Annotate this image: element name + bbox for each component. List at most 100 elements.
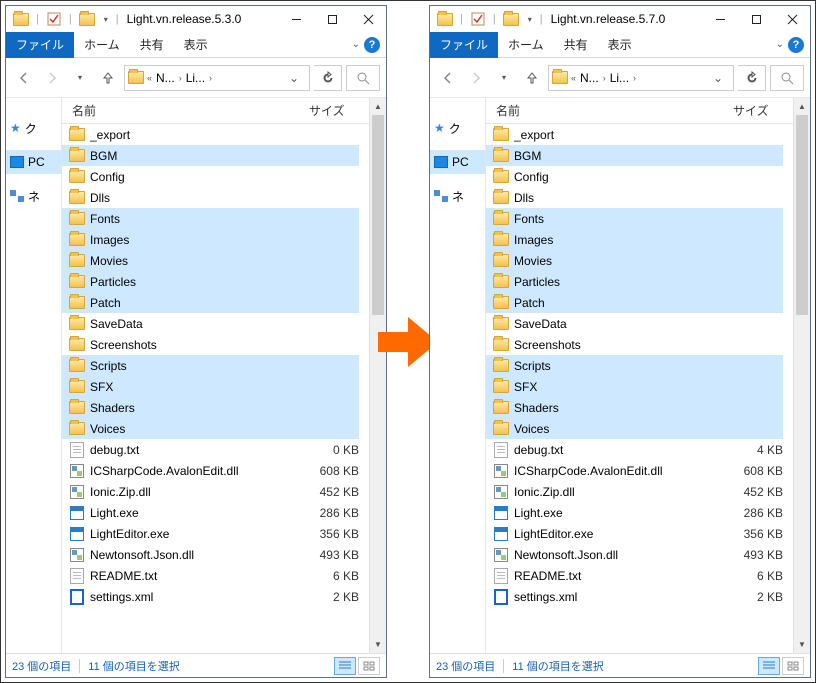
view-details-button[interactable] [334,657,356,675]
file-row[interactable]: Movies [486,250,783,271]
folder-icon[interactable] [434,8,456,30]
help-icon[interactable]: ? [788,37,804,53]
minimize-button[interactable] [702,6,738,32]
chevron-down-icon[interactable]: ▾ [100,8,112,30]
scroll-down-icon[interactable]: ▼ [794,636,810,653]
file-row[interactable]: Config [486,166,783,187]
recent-dropdown-icon[interactable]: ▾ [68,66,92,90]
view-details-button[interactable] [758,657,780,675]
folder-icon[interactable] [500,8,522,30]
column-size[interactable]: サイズ [309,102,369,119]
back-button[interactable] [12,66,36,90]
scrollbar[interactable]: ▲ ▼ [793,98,810,653]
file-row[interactable]: README.txt 6 KB [62,565,359,586]
properties-icon[interactable] [43,8,65,30]
file-row[interactable]: Screenshots [486,334,783,355]
file-row[interactable]: Newtonsoft.Json.dll 493 KB [486,544,783,565]
file-row[interactable]: debug.txt 0 KB [62,439,359,460]
file-row[interactable]: ICSharpCode.AvalonEdit.dll 608 KB [486,460,783,481]
recent-dropdown-icon[interactable]: ▾ [492,66,516,90]
search-input[interactable] [346,65,380,91]
file-row[interactable]: BGM [62,145,359,166]
refresh-button[interactable] [314,65,342,91]
tab-share[interactable]: 共有 [554,32,598,58]
scroll-thumb[interactable] [796,115,808,315]
title-bar[interactable]: | | ▾ | Light.vn.release.5.3.0 [6,6,386,32]
tab-home[interactable]: ホーム [74,32,130,58]
nav-quick-access[interactable]: ★ク [430,116,485,140]
file-row[interactable]: Patch [486,292,783,313]
file-row[interactable]: Dlls [62,187,359,208]
file-row[interactable]: settings.xml 2 KB [486,586,783,607]
maximize-button[interactable] [314,6,350,32]
file-row[interactable]: Screenshots [62,334,359,355]
tab-view[interactable]: 表示 [174,32,218,58]
file-row[interactable]: SaveData [62,313,359,334]
file-row[interactable]: SFX [486,376,783,397]
nav-pc[interactable]: PC [430,150,485,174]
file-row[interactable]: Config [62,166,359,187]
column-name[interactable]: 名前 [72,102,309,119]
file-row[interactable]: Scripts [62,355,359,376]
tab-share[interactable]: 共有 [130,32,174,58]
file-row[interactable]: Newtonsoft.Json.dll 493 KB [62,544,359,565]
nav-network[interactable]: ネ [6,184,61,208]
folder-icon[interactable] [76,8,98,30]
breadcrumb-seg[interactable]: N... [578,71,601,85]
file-row[interactable]: Images [486,229,783,250]
file-list[interactable]: _export BGM Config Dlls Fonts Images Mov… [62,124,369,653]
scroll-down-icon[interactable]: ▼ [370,636,386,653]
tab-file[interactable]: ファイル [430,32,498,58]
nav-pc[interactable]: PC [6,150,61,174]
file-row[interactable]: SFX [62,376,359,397]
file-row[interactable]: debug.txt 4 KB [486,439,783,460]
refresh-button[interactable] [738,65,766,91]
navigation-pane[interactable]: ★ク PC ネ [6,98,62,653]
breadcrumb-dropdown-icon[interactable]: ⌄ [281,71,307,85]
expand-ribbon-icon[interactable]: ⌄ [352,39,360,50]
file-row[interactable]: Shaders [62,397,359,418]
help-icon[interactable]: ? [364,37,380,53]
chevron-down-icon[interactable]: ▾ [524,8,536,30]
breadcrumb-seg[interactable]: Li... [184,71,207,85]
folder-icon[interactable] [10,8,32,30]
maximize-button[interactable] [738,6,774,32]
file-row[interactable]: Voices [486,418,783,439]
column-name[interactable]: 名前 [496,102,733,119]
back-button[interactable] [436,66,460,90]
tab-view[interactable]: 表示 [598,32,642,58]
close-button[interactable] [350,6,386,32]
scroll-thumb[interactable] [372,115,384,315]
title-bar[interactable]: | | ▾ | Light.vn.release.5.7.0 [430,6,810,32]
file-row[interactable]: Particles [62,271,359,292]
breadcrumb-seg[interactable]: Li... [608,71,631,85]
file-row[interactable]: settings.xml 2 KB [62,586,359,607]
file-list[interactable]: _export BGM Config Dlls Fonts Images Mov… [486,124,793,653]
file-row[interactable]: Fonts [486,208,783,229]
breadcrumb-dropdown-icon[interactable]: ⌄ [705,71,731,85]
file-row[interactable]: Ionic.Zip.dll 452 KB [62,481,359,502]
file-row[interactable]: Shaders [486,397,783,418]
file-row[interactable]: Voices [62,418,359,439]
search-input[interactable] [770,65,804,91]
file-row[interactable]: Scripts [486,355,783,376]
file-row[interactable]: Particles [486,271,783,292]
properties-icon[interactable] [467,8,489,30]
file-row[interactable]: _export [62,124,359,145]
up-button[interactable] [520,66,544,90]
tab-home[interactable]: ホーム [498,32,554,58]
navigation-pane[interactable]: ★ク PC ネ [430,98,486,653]
file-row[interactable]: BGM [486,145,783,166]
file-row[interactable]: Fonts [62,208,359,229]
file-row[interactable]: LightEditor.exe 356 KB [486,523,783,544]
file-row[interactable]: SaveData [486,313,783,334]
file-row[interactable]: Patch [62,292,359,313]
file-row[interactable]: Images [62,229,359,250]
file-row[interactable]: Light.exe 286 KB [486,502,783,523]
file-row[interactable]: LightEditor.exe 356 KB [62,523,359,544]
breadcrumb-seg[interactable]: N... [154,71,177,85]
file-row[interactable]: _export [486,124,783,145]
forward-button[interactable] [464,66,488,90]
column-size[interactable]: サイズ [733,102,793,119]
minimize-button[interactable] [278,6,314,32]
